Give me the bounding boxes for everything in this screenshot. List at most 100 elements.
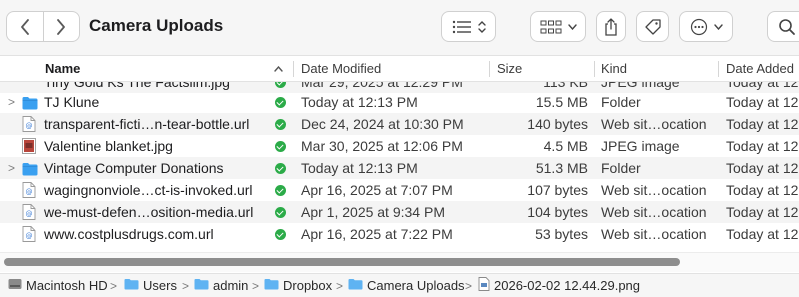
file-name: transparent-ficti…n-tear-bottle.url [44, 116, 250, 132]
path-item-label: 2026-02-02 12.44.29.png [494, 278, 641, 293]
list-item[interactable]: > TJ Klune Today at 12:13 PM 15.5 MB Folder T… [0, 92, 799, 113]
window-title: Camera Uploads [89, 16, 224, 35]
list-item[interactable]: > Vintage Computer Donations Today at 12:1… [0, 157, 799, 179]
dropbox-folder-icon [264, 278, 279, 294]
sync-status-icon [275, 119, 286, 130]
column-size[interactable]: Size [497, 56, 522, 82]
file-kind: Folder [601, 94, 641, 110]
list-item[interactable]: @ www.costplusdrugs.com.url Apr 16, 2025 a… [0, 223, 799, 245]
path-separator: > [336, 279, 344, 293]
file-name: Vintage Computer Donations [44, 160, 224, 176]
folder-icon [194, 278, 209, 294]
file-size: 51.3 MB [535, 160, 588, 176]
column-divider[interactable] [718, 61, 719, 77]
column-divider[interactable] [293, 61, 294, 77]
path-separator: > [252, 279, 260, 293]
path-item[interactable]: admin [194, 278, 248, 294]
disclosure-triangle[interactable]: > [8, 157, 18, 179]
path-item[interactable]: Dropbox [264, 278, 332, 294]
sort-ascending-icon[interactable] [274, 66, 283, 72]
chevron-right-icon [57, 18, 66, 35]
disclosure-triangle[interactable]: > [8, 92, 18, 113]
path-bar: Macintosh HD Users admin Dropbox Camera Uplo… [0, 273, 799, 297]
url-file-icon: @ [22, 204, 38, 220]
file-kind: Web sit…ocation [601, 226, 707, 242]
path-item[interactable]: Camera Uploads [348, 278, 465, 294]
column-date-added[interactable]: Date Added [726, 56, 794, 82]
file-kind: Web sit…ocation [601, 182, 707, 198]
horizontal-scrollbar[interactable] [4, 258, 680, 266]
date-modified: Dec 24, 2024 at 10:30 PM [301, 116, 464, 132]
chevron-down-icon [713, 23, 723, 30]
svg-text:@: @ [26, 232, 33, 240]
chevron-left-icon [21, 18, 29, 35]
file-name: wagingnonviole…ct-is-invoked.url [44, 182, 253, 198]
list-item[interactable]: @ we-must-defen…osition-media.url Apr 1, 2… [0, 201, 799, 223]
list-item[interactable]: Valentine blanket.jpg Mar 30, 2025 at 12:… [0, 135, 799, 157]
date-added: Today at 12 [726, 160, 799, 176]
column-divider[interactable] [489, 61, 490, 77]
date-modified: Apr 16, 2025 at 7:07 PM [301, 182, 453, 198]
column-date-modified[interactable]: Date Modified [301, 56, 381, 82]
sync-status-icon [275, 141, 286, 152]
back-button[interactable] [7, 12, 43, 41]
column-name[interactable]: Name [45, 56, 80, 82]
image-file-icon [22, 138, 38, 154]
path-item[interactable]: Users [124, 278, 177, 294]
date-modified: Apr 16, 2025 at 7:22 PM [301, 226, 453, 242]
path-item[interactable]: Macintosh HD [8, 278, 108, 294]
sync-status-icon [275, 207, 286, 218]
path-item[interactable]: 2026-02-02 12.44.29.png [478, 277, 641, 295]
file-size: 104 bytes [527, 204, 588, 220]
path-item-label: Macintosh HD [26, 278, 108, 293]
list-item[interactable]: @ transparent-ficti…n-tear-bottle.url Dec … [0, 113, 799, 135]
url-file-icon: @ [22, 226, 38, 242]
chevron-down-icon [567, 23, 577, 30]
image-file-icon [478, 277, 490, 295]
tag-button[interactable] [636, 11, 669, 42]
chevron-updown-icon [477, 20, 486, 33]
path-separator: > [182, 279, 190, 293]
file-name: TJ Klune [44, 94, 100, 110]
file-size: 15.5 MB [535, 94, 588, 110]
date-modified: Today at 12:13 PM [301, 94, 418, 110]
list-item[interactable]: @ wagingnonviole…ct-is-invoked.url Apr 16,… [0, 179, 799, 201]
folder-icon [348, 278, 363, 294]
file-kind: Folder [601, 160, 641, 176]
share-icon [605, 17, 617, 36]
path-item-label: Dropbox [283, 278, 333, 293]
url-file-icon: @ [22, 182, 38, 198]
date-modified: Apr 1, 2025 at 9:34 PM [301, 204, 445, 220]
file-kind: JPEG image [601, 138, 680, 154]
path-item-label: admin [213, 278, 249, 293]
search-icon [779, 18, 795, 35]
date-added: Today at 12 [726, 94, 799, 110]
date-added: Today at 12 [726, 116, 799, 132]
share-button[interactable] [596, 11, 626, 42]
forward-button[interactable] [42, 12, 79, 41]
path-item-label: Users [143, 278, 177, 293]
date-added: Today at 12 [726, 204, 799, 220]
file-name: www.costplusdrugs.com.url [44, 226, 214, 242]
folder-icon [22, 160, 38, 176]
view-options-button[interactable] [441, 11, 496, 42]
more-actions-button[interactable] [679, 11, 733, 42]
column-divider[interactable] [594, 61, 595, 77]
search-button[interactable] [767, 11, 799, 42]
path-separator: > [110, 279, 118, 293]
svg-text:@: @ [26, 122, 33, 130]
group-button[interactable] [530, 11, 586, 42]
ellipsis-icon [690, 18, 707, 35]
folder-icon [22, 94, 38, 110]
sync-status-icon [275, 185, 286, 196]
path-item-label: Camera Uploads [367, 278, 465, 293]
list-view-icon [452, 20, 471, 33]
file-size: 4.5 MB [543, 138, 588, 154]
file-rows: > TJ Klune Today at 12:13 PM 15.5 MB Folder T… [0, 92, 799, 252]
sync-status-icon [275, 229, 286, 240]
date-modified: Mar 30, 2025 at 12:06 PM [301, 138, 463, 154]
column-kind[interactable]: Kind [601, 56, 627, 82]
date-added: Today at 12 [726, 138, 799, 154]
tag-icon [644, 18, 661, 35]
folder-icon [124, 278, 139, 294]
